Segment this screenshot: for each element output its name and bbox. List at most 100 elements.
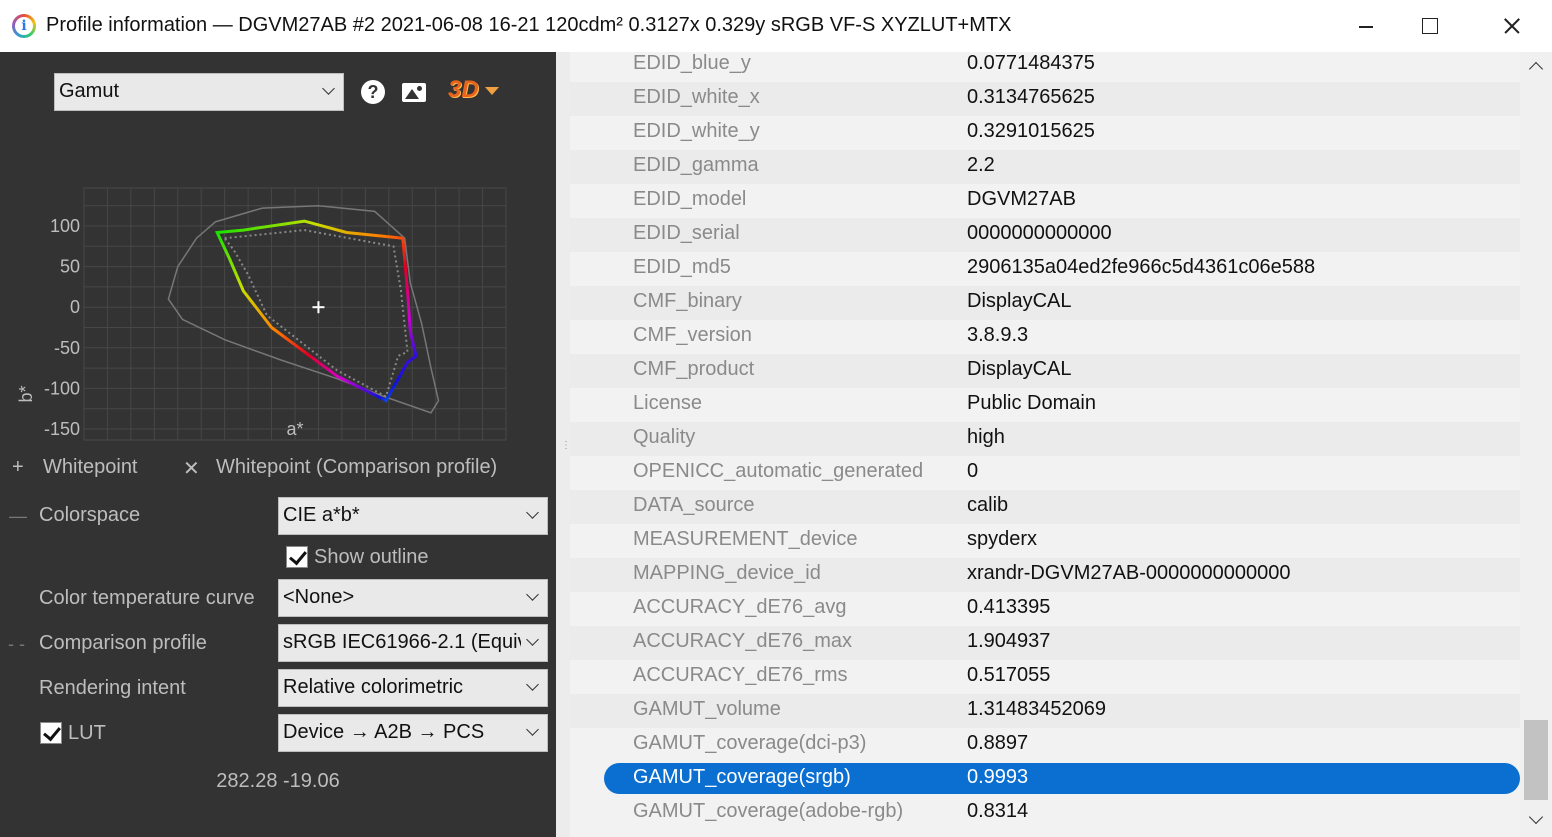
- y-tick-label: -50: [54, 338, 80, 358]
- x-axis-label: a*: [286, 419, 303, 439]
- app-info-icon: i: [12, 14, 36, 38]
- row-key: GAMUT_coverage(adobe-rgb): [633, 800, 904, 822]
- table-row[interactable]: OPENICC_automatic_generated 0: [570, 456, 1520, 490]
- table-row[interactable]: ACCURACY_dE76_avg 0.413395: [570, 592, 1520, 626]
- y-tick-label: -100: [44, 378, 80, 398]
- row-key: ACCURACY_dE76_avg: [633, 596, 847, 618]
- chevron-down-icon: [526, 723, 539, 736]
- close-button[interactable]: [1476, 0, 1546, 52]
- cursor-coords-readout: 282.28 -19.06: [216, 770, 340, 792]
- rendering-intent-select[interactable]: Relative colorimetric: [278, 669, 548, 707]
- maximize-button[interactable]: [1398, 0, 1468, 52]
- table-scrollbar[interactable]: [1520, 52, 1552, 837]
- colorspace-select[interactable]: CIE a*b*: [278, 497, 548, 535]
- row-key: License: [633, 392, 702, 414]
- row-key: EDID_model: [633, 188, 747, 210]
- chevron-down-icon: [322, 82, 335, 95]
- table-row[interactable]: EDID_blue_y 0.0771484375: [570, 52, 1520, 82]
- show-outline-label[interactable]: Show outline: [314, 546, 429, 569]
- table-row[interactable]: CMF_binary DisplayCAL: [570, 286, 1520, 320]
- y-axis-label: b*: [16, 385, 36, 402]
- profile-info-table[interactable]: EDID_blue_y 0.0771484375 EDID_white_x 0.313…: [570, 52, 1520, 837]
- table-row[interactable]: EDID_serial 0000000000000: [570, 218, 1520, 252]
- row-value: 2.2: [967, 154, 995, 176]
- row-value: high: [967, 426, 1005, 448]
- table-row[interactable]: CMF_version 3.8.9.3: [570, 320, 1520, 354]
- splitter-sash[interactable]: ⋮: [556, 52, 571, 837]
- row-key: EDID_gamma: [633, 154, 759, 176]
- table-row[interactable]: GAMUT_volume 1.31483452069: [570, 694, 1520, 728]
- scroll-up-icon[interactable]: [1528, 61, 1544, 77]
- table-row[interactable]: EDID_model DGVM27AB: [570, 184, 1520, 218]
- y-tick-label: 0: [70, 297, 80, 317]
- row-key: EDID_white_x: [633, 86, 760, 108]
- gamut-outline: [214, 219, 418, 403]
- row-key: OPENICC_automatic_generated: [633, 460, 924, 482]
- row-key: ACCURACY_dE76_rms: [633, 664, 848, 686]
- colorspace-label: Colorspace: [39, 504, 141, 526]
- row-key: GAMUT_volume: [633, 698, 781, 720]
- row-value: 0.413395: [967, 596, 1051, 618]
- help-icon[interactable]: ?: [361, 80, 385, 104]
- title-bar: i Profile information — DGVM27AB #2 2021…: [0, 0, 1552, 53]
- table-row[interactable]: License Public Domain: [570, 388, 1520, 422]
- color-temp-label: Color temperature curve: [39, 587, 255, 609]
- lut-label[interactable]: LUT: [68, 722, 106, 745]
- lut-checkbox[interactable]: [40, 722, 62, 744]
- comparison-profile-select[interactable]: sRGB IEC61966-2.1 (Equiv: [278, 624, 548, 662]
- y-tick-label: 50: [60, 257, 80, 277]
- comparison-dash-marker: - -: [8, 634, 25, 654]
- row-value: 1.904937: [967, 630, 1051, 652]
- row-value: 0.0771484375: [967, 52, 1095, 74]
- row-key: MEASUREMENT_device: [633, 528, 858, 550]
- gamut-plot[interactable]: 100500-50-100-150 -250-200-150-100-50050…: [0, 132, 556, 442]
- legend-whitepoint-symbol: +: [12, 456, 24, 478]
- chevron-down-icon: [526, 588, 539, 601]
- save-image-icon[interactable]: [402, 83, 426, 102]
- table-row[interactable]: GAMUT_coverage(adobe-rgb) 0.8314: [570, 796, 1520, 830]
- table-row[interactable]: DATA_source calib: [570, 490, 1520, 524]
- table-row[interactable]: GAMUT_coverage(dci-p3) 0.8897: [570, 728, 1520, 762]
- view-select[interactable]: Gamut: [54, 73, 344, 111]
- legend-comparison-symbol: ✕: [183, 458, 200, 480]
- row-key: ACCURACY_dE76_max: [633, 630, 852, 652]
- row-value: 2906135a04ed2fe966c5d4361c06e588: [967, 256, 1316, 278]
- table-row[interactable]: EDID_gamma 2.2: [570, 150, 1520, 184]
- y-tick-label: 100: [50, 216, 80, 236]
- minimize-button[interactable]: [1330, 0, 1400, 52]
- 3d-view-icon[interactable]: 3D: [448, 76, 479, 104]
- row-key: CMF_product: [633, 358, 755, 380]
- table-row[interactable]: ACCURACY_dE76_rms 0.517055: [570, 660, 1520, 694]
- row-value: 0.3291015625: [967, 120, 1095, 142]
- table-row[interactable]: MEASUREMENT_device spyderx: [570, 524, 1520, 558]
- chevron-down-icon: [526, 633, 539, 646]
- row-value: DisplayCAL: [967, 290, 1072, 312]
- lut-select[interactable]: Device → A2B → PCS: [278, 714, 548, 752]
- show-outline-checkbox[interactable]: [286, 546, 308, 568]
- table-row[interactable]: CMF_product DisplayCAL: [570, 354, 1520, 388]
- table-row[interactable]: MAPPING_device_id xrandr-DGVM27AB-0000000…: [570, 558, 1520, 592]
- y-tick-label: -150: [44, 419, 80, 439]
- row-key: EDID_md5: [633, 256, 731, 278]
- comparison-profile-label: Comparison profile: [39, 632, 207, 654]
- 3d-dropdown-caret-icon[interactable]: [485, 87, 499, 95]
- row-value: DisplayCAL: [967, 358, 1072, 380]
- table-row-selected[interactable]: GAMUT_coverage(srgb) 0.9993: [570, 762, 1520, 796]
- scroll-thumb[interactable]: [1524, 720, 1548, 800]
- legend-comparison-label: Whitepoint (Comparison profile): [216, 456, 498, 478]
- row-key: DATA_source: [633, 494, 755, 516]
- row-key: EDID_white_y: [633, 120, 760, 142]
- row-value: calib: [967, 494, 1009, 516]
- row-key: EDID_serial: [633, 222, 740, 244]
- row-value: 0.8897: [967, 732, 1029, 754]
- table-row[interactable]: EDID_md5 2906135a04ed2fe966c5d4361c06e588: [570, 252, 1520, 286]
- table-row[interactable]: Quality high: [570, 422, 1520, 456]
- color-temp-select[interactable]: <None>: [278, 579, 548, 617]
- row-value: 3.8.9.3: [967, 324, 1029, 346]
- rendering-intent-label: Rendering intent: [39, 677, 186, 699]
- row-value: 0.517055: [967, 664, 1051, 686]
- table-row[interactable]: EDID_white_x 0.3134765625: [570, 82, 1520, 116]
- scroll-down-icon[interactable]: [1528, 809, 1544, 825]
- table-row[interactable]: EDID_white_y 0.3291015625: [570, 116, 1520, 150]
- table-row[interactable]: ACCURACY_dE76_max 1.904937: [570, 626, 1520, 660]
